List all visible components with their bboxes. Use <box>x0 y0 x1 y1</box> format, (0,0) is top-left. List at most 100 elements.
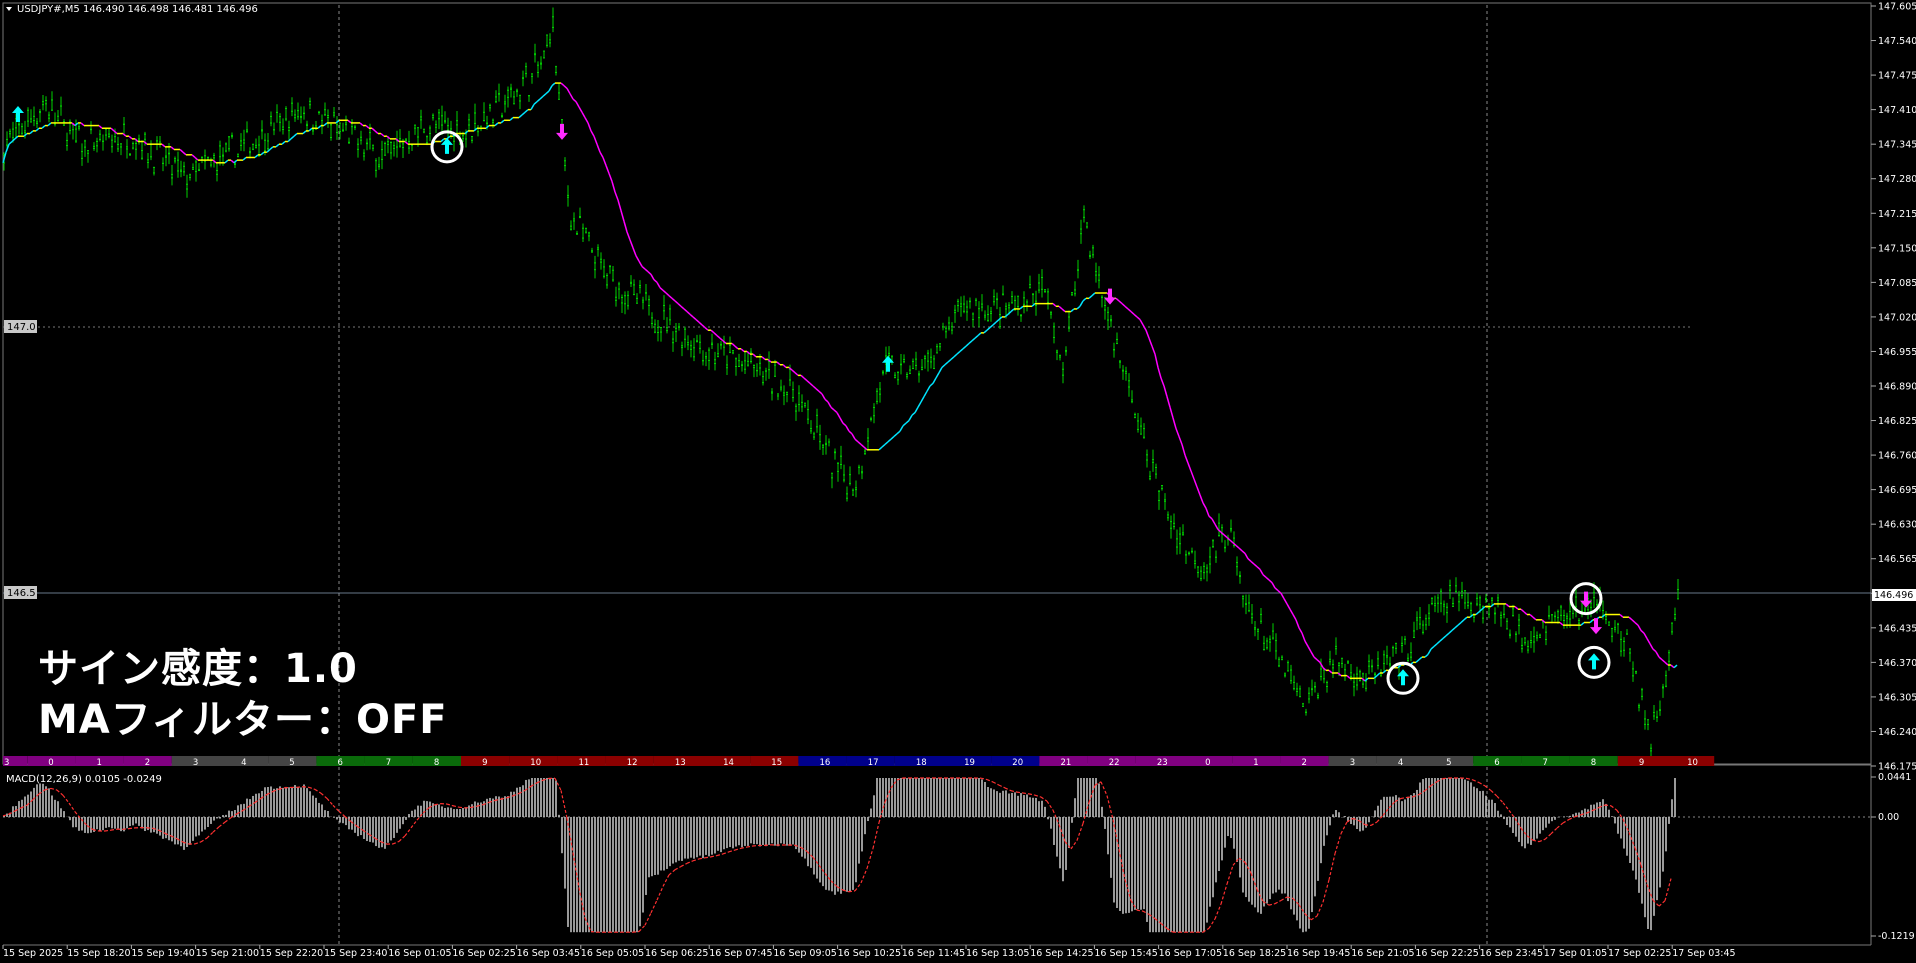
macd-signal-segment <box>1220 883 1228 905</box>
macd-signal-segment <box>194 841 202 845</box>
macd-signal-segment <box>698 857 706 860</box>
level-label-text: 146.5 <box>7 588 36 599</box>
macd-signal-segment <box>302 786 310 788</box>
time-tick-label: 15 Sep 19:40 <box>131 948 194 959</box>
time-tick-label: 16 Sep 14:25 <box>1030 948 1093 959</box>
macd-signal-segment <box>2 813 10 817</box>
macd-signal-segment <box>1370 821 1378 826</box>
price-tick-label: 147.085 <box>1878 278 1916 289</box>
hour-label: 0 <box>1205 758 1210 768</box>
hour-label: 13 <box>675 758 686 768</box>
macd-signal-segment <box>1076 823 1084 841</box>
macd-signal-segment <box>326 798 334 806</box>
macd-signal-segment <box>1556 822 1564 829</box>
chart-window[interactable]: 147.0 146.5 USDJPY#,M5 146.490 146.498 1… <box>0 0 1916 963</box>
time-tick-label: 15 Sep 2025 <box>3 948 63 959</box>
time-tick-label: 16 Sep 07:45 <box>709 948 772 959</box>
hour-label: 22 <box>1109 758 1120 768</box>
macd-signal-segment <box>1550 827 1558 835</box>
macd-signal-segment <box>224 817 232 823</box>
macd-signal-segment <box>992 781 1000 786</box>
macd-signal-segment <box>1046 800 1054 811</box>
time-tick-label: 16 Sep 19:45 <box>1287 948 1350 959</box>
level-label-text: 147.0 <box>7 322 36 333</box>
macd-signal-segment <box>452 805 460 808</box>
time-tick-label: 16 Sep 22:25 <box>1415 948 1478 959</box>
hour-label: 10 <box>1687 758 1698 768</box>
price-tick-label: 147.345 <box>1878 140 1916 151</box>
price-tick-label: 147.280 <box>1878 174 1916 185</box>
hour-label: 15 <box>771 758 782 768</box>
price-tick-label: 146.760 <box>1878 451 1916 462</box>
macd-signal-segment <box>650 899 658 914</box>
price-tick-label: 146.955 <box>1878 347 1916 358</box>
macd-signal-segment <box>1136 909 1144 912</box>
hour-cell: 4 <box>1376 756 1425 768</box>
hour-cell: 4 <box>220 756 269 768</box>
macd-signal-segment <box>1406 796 1414 799</box>
macd-signal-segment <box>1466 777 1474 781</box>
price-tick-label: 146.175 <box>1878 762 1916 773</box>
hour-cell: 6 <box>1473 756 1522 768</box>
hour-cell: 14 <box>702 756 751 768</box>
hour-label: 7 <box>1543 758 1548 768</box>
macd-axis-tick: 0.0441 <box>1878 772 1911 783</box>
hour-cell: 22 <box>1087 756 1136 768</box>
hour-cell: 5 <box>1425 756 1474 768</box>
macd-signal-segment <box>1106 795 1114 820</box>
hour-label: 2 <box>145 758 150 768</box>
hour-cell: 0 <box>27 756 76 768</box>
hour-cell: 18 <box>894 756 943 768</box>
macd-signal-segment <box>1016 791 1024 794</box>
price-tick-label: 146.825 <box>1878 416 1916 427</box>
hour-label: 12 <box>627 758 638 768</box>
price-tick-label: 146.630 <box>1878 520 1916 531</box>
macd-signal-segment <box>434 803 442 806</box>
macd-signal-segment <box>1040 796 1048 802</box>
hour-cell: 21 <box>1039 756 1088 768</box>
time-axis[interactable]: 15 Sep 2025 15 Sep 18:20 15 Sep 19:40 15 Se… <box>2 945 1736 959</box>
macd-signal-segment <box>1028 793 1036 796</box>
macd-signal-segment <box>338 810 346 817</box>
hour-label: 1 <box>97 758 102 768</box>
hour-cell: 8 <box>1569 756 1618 768</box>
macd-signal-segment <box>110 828 118 831</box>
macd-signal-segment <box>332 804 340 812</box>
macd-signal-segment <box>128 827 136 830</box>
macd-signal-segment <box>752 844 760 847</box>
macd-signal-segment <box>674 865 682 871</box>
macd-signal-segment <box>656 886 664 901</box>
hour-label: 6 <box>1494 758 1499 768</box>
hour-cell: 3 <box>171 756 220 768</box>
time-tick-label: 16 Sep 23:45 <box>1480 948 1543 959</box>
hour-cell: 9 <box>1617 756 1666 768</box>
hour-cell: 5 <box>268 756 317 768</box>
price-axis[interactable]: 147.605 147.540 147.475 147.410 147.345 147.2… <box>1871 2 1916 773</box>
macd-axis-tick: -0.1219 <box>1878 931 1915 942</box>
hour-label: 1 <box>1253 758 1258 768</box>
macd-signal-segment <box>1208 918 1216 929</box>
macd-signal-segment <box>1280 896 1288 902</box>
price-tick-label: 146.890 <box>1878 382 1916 393</box>
macd-info: MACD(12,26,9) 0.0105 -0.0249 <box>6 774 162 785</box>
time-tick-label: 15 Sep 22:20 <box>260 948 323 959</box>
hour-cell: 19 <box>943 756 992 768</box>
hour-label: 10 <box>530 758 541 768</box>
macd-signal-segment <box>734 847 742 851</box>
time-tick-label: 17 Sep 03:45 <box>1672 948 1735 959</box>
time-tick-label: 16 Sep 03:45 <box>517 948 580 959</box>
time-tick-label: 16 Sep 21:05 <box>1351 948 1414 959</box>
price-tick-label: 146.305 <box>1878 692 1916 703</box>
macd-axis-tick: 0.00 <box>1878 812 1899 823</box>
hour-cell: 7 <box>1521 756 1570 768</box>
hour-cell: 17 <box>846 756 895 768</box>
macd-signal-segment <box>1538 838 1546 843</box>
macd-signal-segment <box>1322 879 1330 903</box>
time-tick-label: 16 Sep 10:25 <box>838 948 901 959</box>
macd-signal-segment <box>842 889 850 893</box>
macd-signal-segment <box>218 821 226 828</box>
hour-label: 18 <box>916 758 927 768</box>
time-tick-label: 16 Sep 18:25 <box>1223 948 1286 959</box>
hour-label: 5 <box>289 758 294 768</box>
price-tick-label: 146.435 <box>1878 623 1916 634</box>
